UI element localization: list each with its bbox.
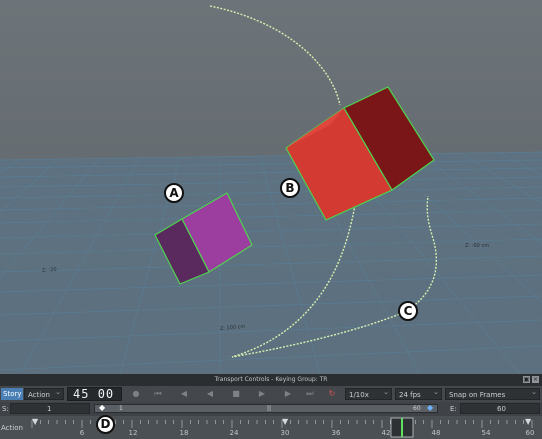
playback-speed-dropdown[interactable]: 1/10x	[345, 386, 392, 400]
panel-title: Transport Controls - Keying Group: TR	[214, 376, 328, 383]
snap-dropdown[interactable]: Snap on Frames	[445, 386, 540, 400]
callout-d: D	[96, 415, 115, 434]
start-label: S:	[2, 405, 9, 413]
goto-end-icon[interactable]: ⏭	[304, 388, 316, 400]
next-key-icon[interactable]: ▶​	[282, 388, 294, 400]
key-marker-icon[interactable]: ▼	[282, 417, 288, 426]
callout-c: C	[398, 301, 418, 321]
key-marker-icon[interactable]: ▼	[32, 417, 38, 426]
frame-sub: 00	[97, 387, 115, 401]
tick-label: 36	[331, 429, 341, 437]
key-marker-icon[interactable]: ▼	[525, 417, 531, 426]
transport-controls-panel: Transport Controls - Keying Group: TR ▣ …	[0, 374, 542, 439]
transport-toolbar: Story Action 45 00 ● ⏮ ◀​ ◀ ■ ▶ ▶​ ⏭ ↻ 1…	[0, 386, 542, 402]
close-icon[interactable]: ×	[532, 376, 539, 383]
float-window-icon[interactable]: ▣	[523, 376, 530, 383]
viewer-3d[interactable]: Z: -20 Z: 100 cm Z: -00 cm A B C	[0, 0, 542, 374]
tick-label: 12	[128, 429, 138, 437]
current-frame-display[interactable]: 45 00	[67, 387, 122, 401]
tick-label: 42	[381, 429, 391, 437]
tick-label: 30	[280, 429, 290, 437]
stop-icon[interactable]: ■	[230, 388, 242, 400]
range-start-handle-icon[interactable]: ◆	[99, 403, 105, 412]
tick-label: 24	[229, 429, 239, 437]
range-slider-mid-icon: ||	[267, 405, 272, 412]
prev-key-icon[interactable]: ◀​	[178, 388, 190, 400]
range-bar: S: 1 ◆ 1 || 60 ◆ E: 60	[0, 402, 542, 416]
range-slider[interactable]: ◆ 1 || 60 ◆	[94, 403, 438, 413]
scene: Z: -20 Z: 100 cm Z: -00 cm	[0, 5, 542, 374]
loop-icon[interactable]: ↻	[326, 388, 338, 400]
fps-dropdown[interactable]: 24 fps	[395, 386, 442, 400]
tick-label: 48	[431, 429, 441, 437]
timeline-label: Action	[1, 424, 23, 432]
record-icon[interactable]: ●	[130, 388, 142, 400]
tick-label: 60	[525, 429, 535, 437]
end-frame-field[interactable]: 60	[460, 403, 540, 414]
frame-main: 45	[73, 387, 90, 401]
story-tab[interactable]: Story	[1, 388, 23, 400]
play-icon[interactable]: ▶	[256, 388, 268, 400]
start-frame-field[interactable]: 1	[10, 403, 90, 414]
grid-label: Z: -00 cm	[465, 243, 489, 249]
timeline[interactable]: Action 6 12 18 24 30 36 42 48 54 60 ▼ ▼ …	[0, 415, 542, 439]
goto-start-icon[interactable]: ⏮	[152, 388, 164, 400]
end-label: E:	[450, 405, 457, 413]
range-slider-start: 1	[119, 405, 123, 412]
tick-label: 18	[179, 429, 189, 437]
action-dropdown[interactable]: Action	[24, 386, 64, 400]
play-back-icon[interactable]: ◀	[204, 388, 216, 400]
callout-a: A	[164, 183, 184, 203]
tick-label: 6	[79, 429, 85, 437]
callout-b: B	[280, 178, 300, 198]
tick-label: 54	[481, 429, 491, 437]
panel-titlebar: Transport Controls - Keying Group: TR ▣ …	[0, 374, 542, 386]
range-end-handle-icon[interactable]: ◆	[427, 403, 433, 412]
range-slider-end: 60	[413, 405, 421, 412]
